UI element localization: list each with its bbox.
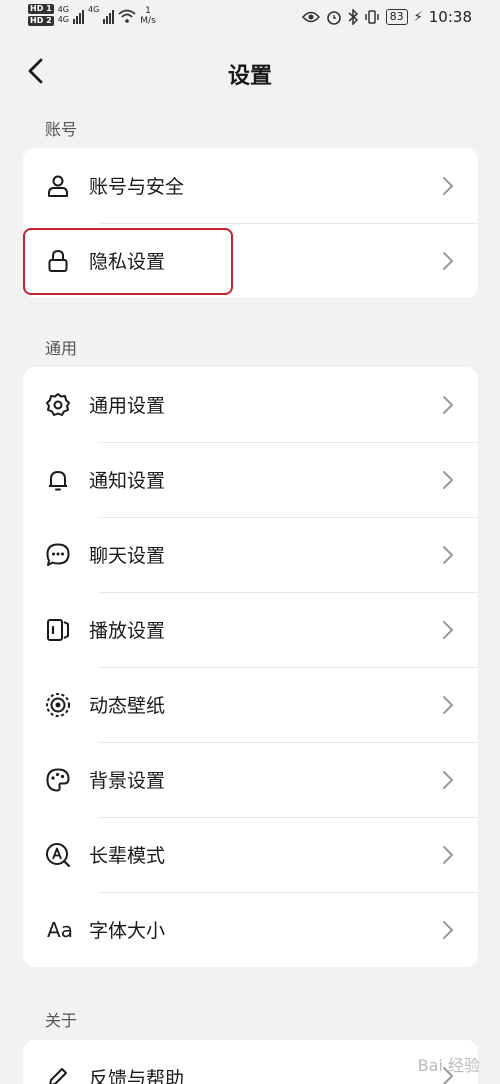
chevron-right-icon <box>443 696 453 714</box>
font-size-icon: Aa <box>47 918 73 942</box>
wifi-icon <box>118 9 136 23</box>
alarm-icon <box>326 11 341 25</box>
chevron-right-icon <box>443 771 453 789</box>
settings-row-font-size[interactable]: Aa 字体大小 <box>23 892 478 967</box>
page-title: 设置 <box>227 64 272 89</box>
row-label: 通用设置 <box>89 395 166 417</box>
row-label: 字体大小 <box>89 920 166 942</box>
person-icon <box>45 173 71 199</box>
settings-row-chat[interactable]: 聊天设置 <box>23 517 478 592</box>
row-label: 长辈模式 <box>89 845 166 867</box>
status-time: 10:38 <box>428 8 472 26</box>
chevron-right-icon <box>443 471 453 489</box>
signal-icon-2 <box>103 8 115 24</box>
row-label: 隐私设置 <box>89 251 166 273</box>
chevron-right-icon <box>443 546 453 564</box>
palette-icon <box>45 767 71 793</box>
playback-icon <box>45 617 71 643</box>
row-label: 背景设置 <box>89 770 166 792</box>
section-label-account: 账号 <box>45 120 78 139</box>
elder-mode-icon <box>45 842 71 868</box>
hd-badge-2: HD 2 <box>28 16 54 26</box>
lock-icon <box>45 248 71 274</box>
settings-row-elder-mode[interactable]: 长辈模式 <box>23 817 478 892</box>
vibrate-icon <box>364 10 379 24</box>
bluetooth-icon <box>348 9 358 25</box>
row-label: 播放设置 <box>89 620 166 642</box>
battery-indicator: 83 <box>385 9 408 25</box>
settings-row-account-security[interactable]: 账号与安全 <box>23 148 478 223</box>
network-type-2: 4G <box>57 15 69 24</box>
settings-row-privacy[interactable]: 隐私设置 <box>23 223 478 298</box>
hd-badge-1: HD 1 <box>28 4 54 14</box>
chevron-right-icon <box>443 396 453 414</box>
section-label-general: 通用 <box>45 339 78 358</box>
chevron-right-icon <box>443 921 453 939</box>
chevron-right-icon <box>443 177 453 195</box>
nav-bar: 设置 <box>0 48 500 98</box>
chevron-right-icon <box>443 252 453 270</box>
charging-icon: ⚡ <box>413 9 423 25</box>
network-type-3: 4G <box>87 5 100 14</box>
network-speed-unit: M/s <box>140 16 156 26</box>
status-bar: HD 1 HD 2 4G 4G 4G 1 M/s 83 ⚡ 10:38 <box>0 0 500 40</box>
settings-row-general[interactable]: 通用设置 <box>23 367 478 442</box>
watermark: Bai 经验 <box>417 1056 480 1075</box>
eye-icon <box>301 11 320 23</box>
row-label: 动态壁纸 <box>89 695 166 717</box>
gear-icon <box>45 392 71 418</box>
settings-row-live-wallpaper[interactable]: 动态壁纸 <box>23 667 478 742</box>
row-label: 通知设置 <box>89 470 166 492</box>
signal-icon <box>72 8 84 24</box>
about-card: 反馈与帮助 <box>23 1040 478 1084</box>
network-speed-value: 1 <box>145 6 151 16</box>
settings-row-feedback[interactable]: 反馈与帮助 <box>23 1040 478 1084</box>
bell-icon <box>45 467 71 493</box>
settings-row-notifications[interactable]: 通知设置 <box>23 442 478 517</box>
row-label: 反馈与帮助 <box>89 1068 185 1084</box>
general-card: 通用设置 通知设置 聊天设置 播放设置 动态壁纸 背景设置 长辈模式 Aa 字体… <box>23 367 478 967</box>
network-type-1: 4G <box>57 5 69 14</box>
chevron-right-icon <box>443 621 453 639</box>
settings-row-playback[interactable]: 播放设置 <box>23 592 478 667</box>
chevron-right-icon <box>443 846 453 864</box>
row-label: 账号与安全 <box>89 176 185 198</box>
account-card: 账号与安全 隐私设置 <box>23 148 478 298</box>
section-label-about: 关于 <box>45 1011 78 1030</box>
pencil-icon <box>45 1064 71 1084</box>
row-label: 聊天设置 <box>89 545 166 567</box>
network-speed: 1 M/s <box>140 6 156 26</box>
chat-bubble-icon <box>45 542 71 568</box>
settings-row-background[interactable]: 背景设置 <box>23 742 478 817</box>
live-wallpaper-icon <box>45 692 71 718</box>
